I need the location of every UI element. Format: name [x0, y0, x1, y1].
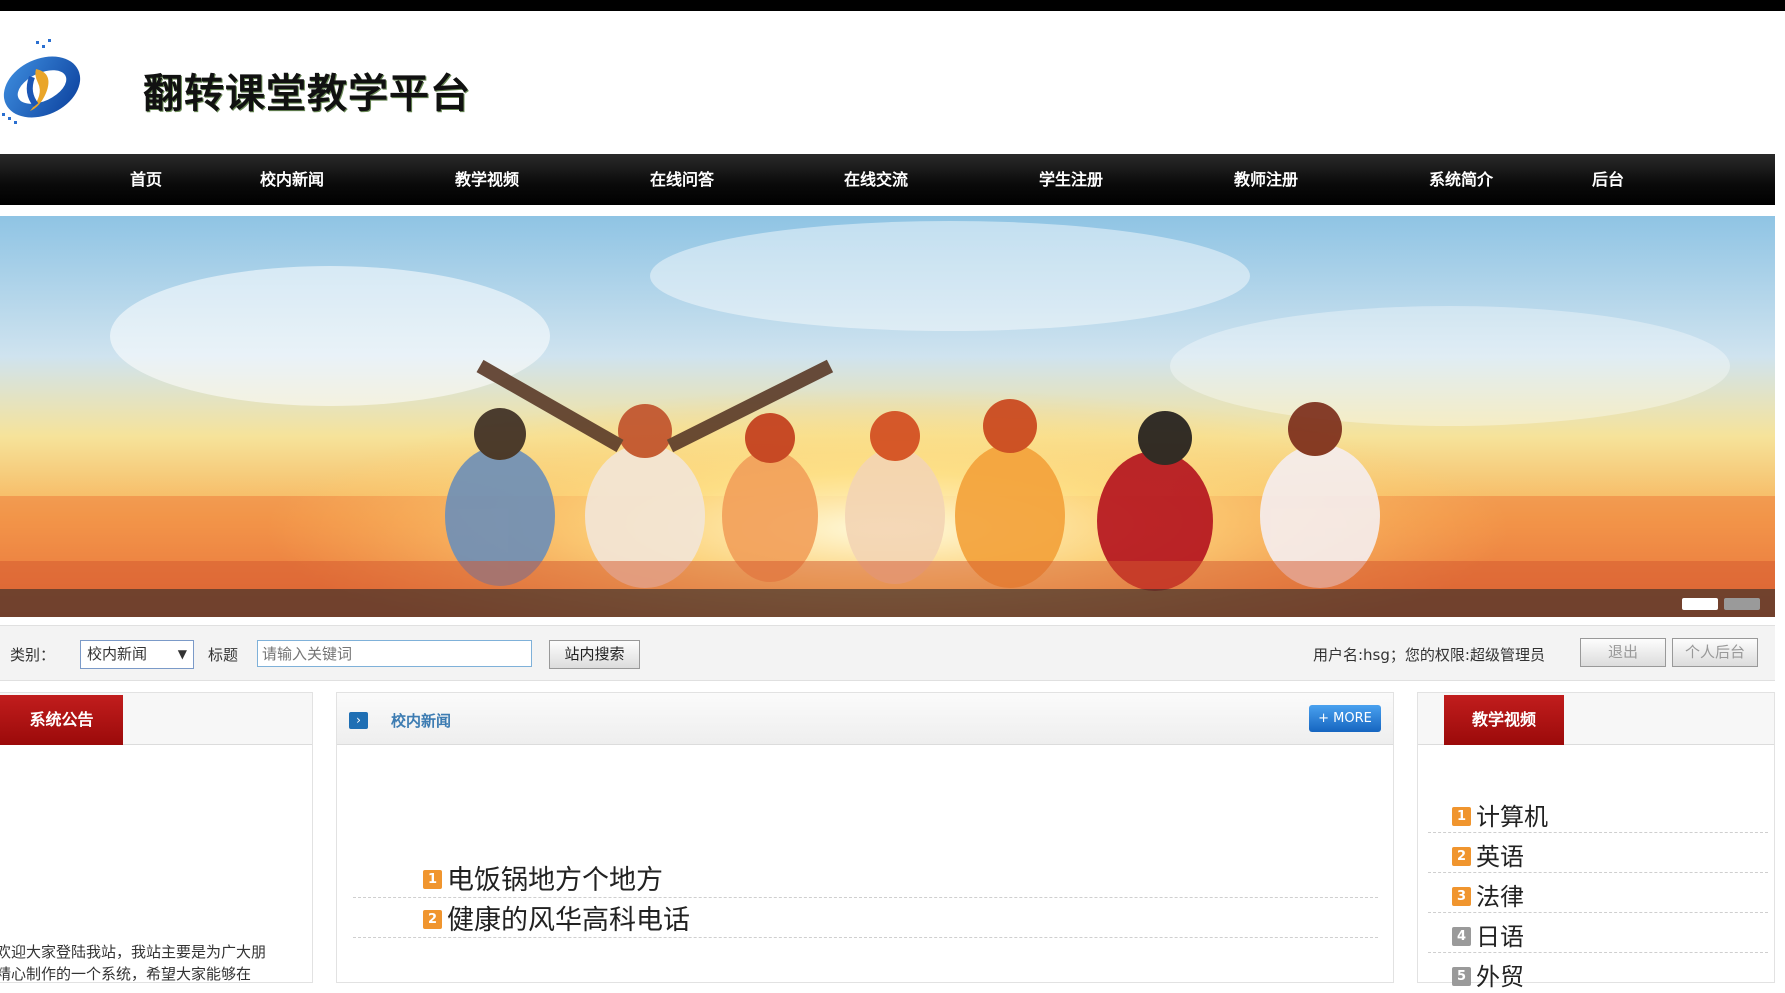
category-select[interactable]: 校内新闻 ▼ — [80, 640, 194, 669]
video-panel-header: 教学视频 — [1418, 693, 1774, 745]
slide-dot-1[interactable] — [1682, 598, 1718, 610]
personal-admin-button[interactable]: 个人后台 — [1672, 638, 1758, 667]
main-nav: 首页 校内新闻 教学视频 在线问答 在线交流 学生注册 教师注册 系统简介 后台 — [0, 154, 1775, 205]
news-panel-title[interactable]: 校内新闻 — [391, 710, 451, 731]
notice-line-1: 欢迎大家登陆我站，我站主要是为广大朋 — [0, 943, 267, 961]
number-badge-icon: 3 — [1452, 887, 1471, 906]
news-panel: › 校内新闻 + MORE 1 电饭锅地方个地方 2 健康的风华高科电话 — [336, 692, 1394, 983]
nav-item-online-qa[interactable]: 在线问答 — [640, 154, 724, 205]
news-more-button[interactable]: + MORE — [1309, 705, 1381, 732]
site-search-button[interactable]: 站内搜索 — [549, 640, 640, 669]
news-panel-header: › 校内新闻 + MORE — [337, 693, 1393, 745]
video-list-item[interactable]: 1 计算机 — [1428, 793, 1768, 833]
number-badge-icon: 1 — [1452, 807, 1471, 826]
number-badge-icon: 4 — [1452, 927, 1471, 946]
logout-button[interactable]: 退出 — [1580, 638, 1666, 667]
swirl-logo-icon — [2, 39, 81, 124]
site-title: 翻转课堂教学平台 — [143, 71, 471, 117]
user-info: 用户名:hsg；您的权限:超级管理员 — [1313, 646, 1545, 664]
nav-item-online-chat[interactable]: 在线交流 — [834, 154, 918, 205]
video-panel: 教学视频 1 计算机 2 英语 3 法律 4 日语 5 外贸 — [1417, 692, 1775, 991]
banner-indicator-strip — [0, 589, 1775, 617]
video-list-item[interactable]: 3 法律 — [1428, 873, 1768, 913]
video-list-item[interactable]: 2 英语 — [1428, 833, 1768, 873]
video-item-title[interactable]: 法律 — [1476, 877, 1524, 912]
dropdown-arrow-icon: ▼ — [177, 647, 187, 661]
nav-item-teacher-register[interactable]: 教师注册 — [1224, 154, 1308, 205]
news-list-item[interactable]: 1 电饭锅地方个地方 — [353, 858, 1378, 898]
nav-item-teaching-video[interactable]: 教学视频 — [445, 154, 529, 205]
keyword-input[interactable] — [257, 640, 532, 667]
category-select-value: 校内新闻 — [87, 645, 148, 663]
video-list-item[interactable]: 4 日语 — [1428, 913, 1768, 953]
news-item-title[interactable]: 电饭锅地方个地方 — [447, 858, 663, 897]
nav-item-student-register[interactable]: 学生注册 — [1029, 154, 1113, 205]
nav-item-admin[interactable]: 后台 — [1574, 154, 1642, 205]
number-badge-icon: 2 — [423, 910, 442, 929]
top-black-bar — [0, 0, 1785, 11]
banner-image — [0, 216, 1775, 617]
notice-tab[interactable]: 系统公告 — [0, 695, 123, 745]
notice-panel-header: 系统公告 — [0, 693, 312, 745]
notice-line-2: 精心制作的一个系统，希望大家能够在 — [0, 965, 252, 983]
video-item-title[interactable]: 英语 — [1476, 837, 1524, 872]
nav-item-system-intro[interactable]: 系统简介 — [1419, 154, 1503, 205]
video-item-title[interactable]: 计算机 — [1476, 797, 1548, 832]
video-tab[interactable]: 教学视频 — [1444, 695, 1564, 745]
news-list-item[interactable]: 2 健康的风华高科电话 — [353, 898, 1378, 938]
hero-banner[interactable] — [0, 216, 1775, 617]
nav-item-home[interactable]: 首页 — [112, 154, 180, 205]
notice-panel: 系统公告 欢迎大家登陆我站，我站主要是为广大朋 精心制作的一个系统，希望大家能够… — [0, 692, 313, 983]
news-item-title[interactable]: 健康的风华高科电话 — [447, 898, 690, 937]
video-item-title[interactable]: 外贸 — [1476, 957, 1524, 992]
number-badge-icon: 1 — [423, 870, 442, 889]
site-header: 翻转课堂教学平台 — [0, 11, 1785, 154]
number-badge-icon: 2 — [1452, 847, 1471, 866]
notice-text: 欢迎大家登陆我站，我站主要是为广大朋 精心制作的一个系统，希望大家能够在 — [0, 941, 316, 985]
nav-item-campus-news[interactable]: 校内新闻 — [250, 154, 334, 205]
video-list-item[interactable]: 5 外贸 — [1428, 953, 1768, 993]
title-label: 标题 — [208, 646, 239, 664]
number-badge-icon: 5 — [1452, 967, 1471, 986]
search-bar: 类别： 校内新闻 ▼ 标题 站内搜索 用户名:hsg；您的权限:超级管理员 退出… — [0, 625, 1775, 681]
chevron-right-icon: › — [349, 712, 368, 729]
slide-dot-2[interactable] — [1724, 598, 1760, 610]
video-item-title[interactable]: 日语 — [1476, 917, 1524, 952]
category-label: 类别： — [10, 646, 56, 664]
